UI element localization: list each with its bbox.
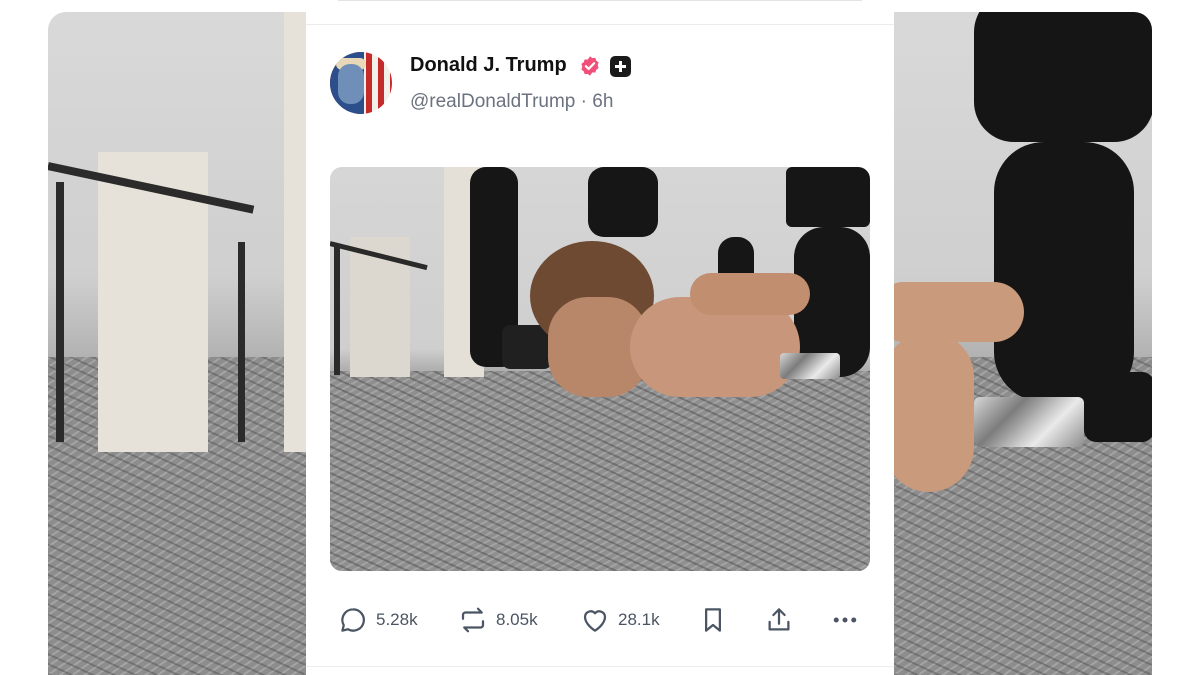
post-image[interactable] xyxy=(330,167,870,571)
reply-count: 5.28k xyxy=(376,610,418,629)
background-figure xyxy=(1084,372,1152,442)
like-button[interactable]: 28.1k xyxy=(580,598,660,642)
background-arm xyxy=(894,332,974,492)
more-options-button[interactable] xyxy=(830,598,860,642)
separator: · xyxy=(580,91,587,112)
verified-badge-icon xyxy=(581,56,599,76)
bookmark-button[interactable] xyxy=(698,598,728,642)
action-bar: 5.28k 8.05k 28.1k xyxy=(306,598,894,642)
background-figure xyxy=(994,142,1134,402)
avatar-face xyxy=(338,64,364,104)
background-figure xyxy=(974,12,1152,142)
background-pillar xyxy=(284,12,306,452)
background-photo-right xyxy=(894,12,1152,675)
repost-icon xyxy=(461,607,485,633)
image-floor xyxy=(330,371,870,571)
author-name[interactable]: Donald J. Trump xyxy=(410,54,567,77)
background-rail xyxy=(56,182,64,442)
reply-icon xyxy=(341,608,365,632)
repost-button[interactable]: 8.05k xyxy=(458,598,538,642)
share-button[interactable] xyxy=(764,598,794,642)
image-arms xyxy=(690,273,810,315)
plus-badge-icon xyxy=(610,56,631,77)
background-rail xyxy=(238,242,245,442)
divider xyxy=(338,0,862,1)
divider xyxy=(306,24,894,25)
background-arm xyxy=(894,282,1024,342)
author-handle-line[interactable]: @realDonaldTrump · 6h xyxy=(410,91,613,113)
reply-button[interactable]: 5.28k xyxy=(338,598,418,642)
author-handle[interactable]: @realDonaldTrump xyxy=(410,91,575,112)
more-icon xyxy=(833,617,857,623)
avatar[interactable] xyxy=(330,52,392,114)
post-card: Donald J. Trump @realDonaldTrump · 6h 5.… xyxy=(306,0,894,675)
divider xyxy=(306,666,894,667)
repost-count: 8.05k xyxy=(496,610,538,629)
background-photo-left xyxy=(48,12,306,675)
heart-icon xyxy=(583,610,607,632)
image-officer xyxy=(588,167,658,237)
bookmark-icon xyxy=(705,608,721,632)
image-railing xyxy=(334,245,340,375)
background-foil xyxy=(974,397,1084,447)
share-icon xyxy=(768,608,790,631)
post-time[interactable]: 6h xyxy=(592,91,613,112)
image-foil xyxy=(780,353,840,379)
image-officer xyxy=(786,167,870,227)
like-count: 28.1k xyxy=(618,610,660,629)
